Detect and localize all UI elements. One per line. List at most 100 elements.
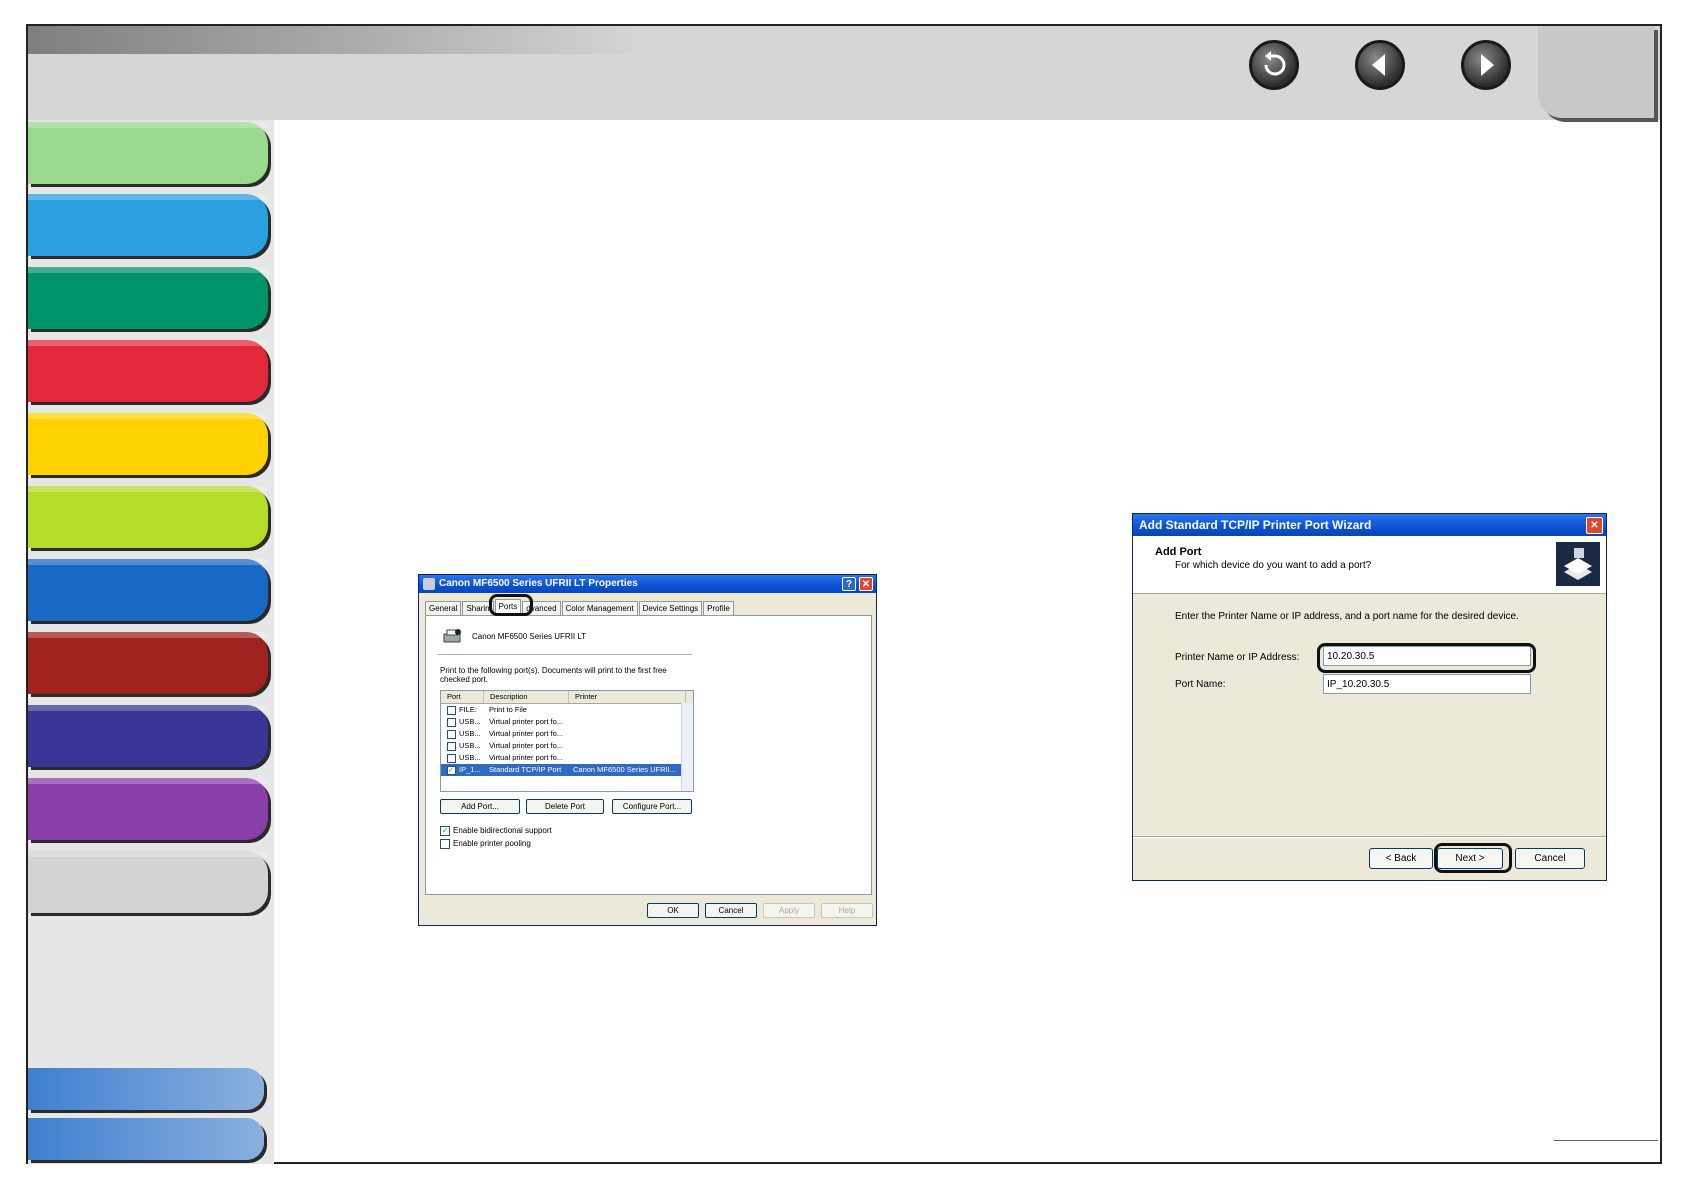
page-number-line [1554,1140,1658,1141]
port-description-cell: Virtual printer port fo... [489,717,564,726]
printer-properties-dialog: Canon MF6500 Series UFRII LT Properties … [418,574,877,926]
sidebar-tab-11[interactable] [28,851,268,913]
checkbox-checked[interactable]: ✓ [447,765,456,775]
network-printer-icon [1556,542,1600,586]
port-description-cell: Print to File [489,705,527,714]
apply-button[interactable]: Apply [763,903,815,918]
port-row[interactable]: USB... Virtual printer port fo... [441,752,693,764]
checkbox-unchecked[interactable] [447,729,456,739]
sidebar-tab-1[interactable] [28,122,268,184]
ip-address-label: Printer Name or IP Address: [1175,652,1300,663]
port-name-cell: USB... [459,717,481,726]
close-title-button[interactable]: ✕ [859,577,873,591]
port-row[interactable]: USB... Virtual printer port fo... [441,728,693,740]
next-page-button[interactable] [1461,40,1511,90]
wizard-header: Add Port For which device do you want to… [1133,536,1606,594]
tab-profile[interactable]: Profile [703,601,734,615]
wizard-close-button[interactable]: ✕ [1586,517,1603,534]
port-name-label: Port Name: [1175,679,1226,690]
ports-instruction: Print to the following port(s). Document… [440,666,667,684]
top-right-tab[interactable] [1538,26,1654,118]
previous-page-icon [1372,54,1385,76]
port-row[interactable]: USB... Virtual printer port fo... [441,716,693,728]
ports-scrollbar[interactable] [681,703,693,791]
checkbox-unchecked [440,839,450,849]
sidebar-tab-6[interactable] [28,486,268,548]
printer-icon [443,629,461,643]
delete-port-button[interactable]: Delete Port [526,799,604,814]
port-name-cell: IP_1... [459,765,481,774]
port-name-cell: FILE: [459,705,477,714]
port-row[interactable]: FILE: Print to File [441,704,693,716]
checkbox-unchecked[interactable] [447,705,456,715]
ip-address-input[interactable]: 10.20.30.5 [1323,646,1531,666]
sidebar-tab-4[interactable] [28,340,268,402]
pooling-label: Enable printer pooling [453,839,531,848]
port-name-cell: USB... [459,741,481,750]
port-name-cell: USB... [459,729,481,738]
wizard-subheading: For which device do you want to add a po… [1175,560,1372,571]
next-page-icon [1481,54,1494,76]
tab-advanced[interactable]: dvanced [522,601,561,615]
port-row[interactable]: ✓ IP_1... Standard TCP/IP Port Canon MF6500… [441,764,693,776]
back-button[interactable]: < Back [1369,848,1433,869]
checkbox-unchecked[interactable] [447,717,456,727]
previous-page-button[interactable] [1355,40,1405,90]
printer-name: Canon MF6500 Series UFRII LT [472,632,587,641]
ports-panel: Canon MF6500 Series UFRII LT Print to th… [425,615,872,895]
separator [438,654,692,655]
port-description-cell: Virtual printer port fo... [489,753,564,762]
tab-ports[interactable]: Ports [494,599,522,616]
cancel-button[interactable]: Cancel [705,903,757,918]
wizard-title: Add Standard TCP/IP Printer Port Wizard [1139,518,1372,532]
port-row[interactable]: USB... Virtual printer port fo... [441,740,693,752]
wizard-cancel-button[interactable]: Cancel [1515,848,1585,869]
add-port-button[interactable]: Add Port... [440,799,520,814]
help-button[interactable]: Help [821,903,873,918]
column-description[interactable]: Description [484,691,569,703]
help-title-button[interactable]: ? [842,577,856,591]
tab-strip: General Sharin Ports dvanced Color Manag… [425,599,735,616]
port-name-input[interactable]: IP_10.20.30.5 [1323,674,1531,694]
checkbox-checked: ✓ [440,826,450,836]
tab-general[interactable]: General [425,601,462,615]
tab-device-settings[interactable]: Device Settings [638,601,703,615]
sidebar-tab-9[interactable] [28,705,268,767]
bottom-tab-2[interactable] [28,1118,264,1160]
bidirectional-label: Enable bidirectional support [453,826,552,835]
top-bar [28,26,1660,120]
ports-list-header: Port Description Printer [441,691,693,704]
add-port-wizard-dialog: Add Standard TCP/IP Printer Port Wizard … [1132,513,1607,881]
sidebar-tab-5[interactable] [28,413,268,475]
checkbox-unchecked[interactable] [447,753,456,763]
ports-list[interactable]: Port Description Printer FILE: Print to F… [440,690,694,792]
port-printer-cell: Canon MF6500 Series UFRII... [573,765,676,774]
sidebar-tab-2[interactable] [28,194,268,256]
tab-color-management[interactable]: Color Management [561,601,638,615]
top-bar-gradient [28,26,648,54]
column-port[interactable]: Port [441,691,484,703]
ok-button[interactable]: OK [647,903,699,918]
bottom-tab-1[interactable] [28,1068,264,1110]
printer-icon [423,578,435,590]
checkbox-unchecked[interactable] [447,741,456,751]
next-button[interactable]: Next > [1437,848,1503,869]
configure-port-button[interactable]: Configure Port... [612,799,692,814]
bidirectional-checkbox[interactable]: ✓ Enable bidirectional support [440,826,552,836]
tab-sharing[interactable]: Sharin [462,601,494,615]
port-name-cell: USB... [459,753,481,762]
sidebar-tab-7[interactable] [28,559,268,621]
sidebar-tab-8[interactable] [28,632,268,694]
return-icon [1264,51,1286,76]
pooling-checkbox[interactable]: Enable printer pooling [440,839,531,849]
dialog-title: Canon MF6500 Series UFRII LT Properties [439,578,638,589]
dialog-title-bar: Canon MF6500 Series UFRII LT Properties … [419,575,876,593]
sidebar-tab-10[interactable] [28,778,268,840]
return-button[interactable] [1249,40,1299,90]
sidebar-tab-3[interactable] [28,267,268,329]
wizard-title-bar: Add Standard TCP/IP Printer Port Wizard … [1133,514,1606,536]
port-description-cell: Standard TCP/IP Port [489,765,562,774]
column-printer[interactable]: Printer [569,691,686,703]
wizard-instruction: Enter the Printer Name or IP address, an… [1175,611,1519,622]
wizard-heading: Add Port [1155,546,1202,558]
